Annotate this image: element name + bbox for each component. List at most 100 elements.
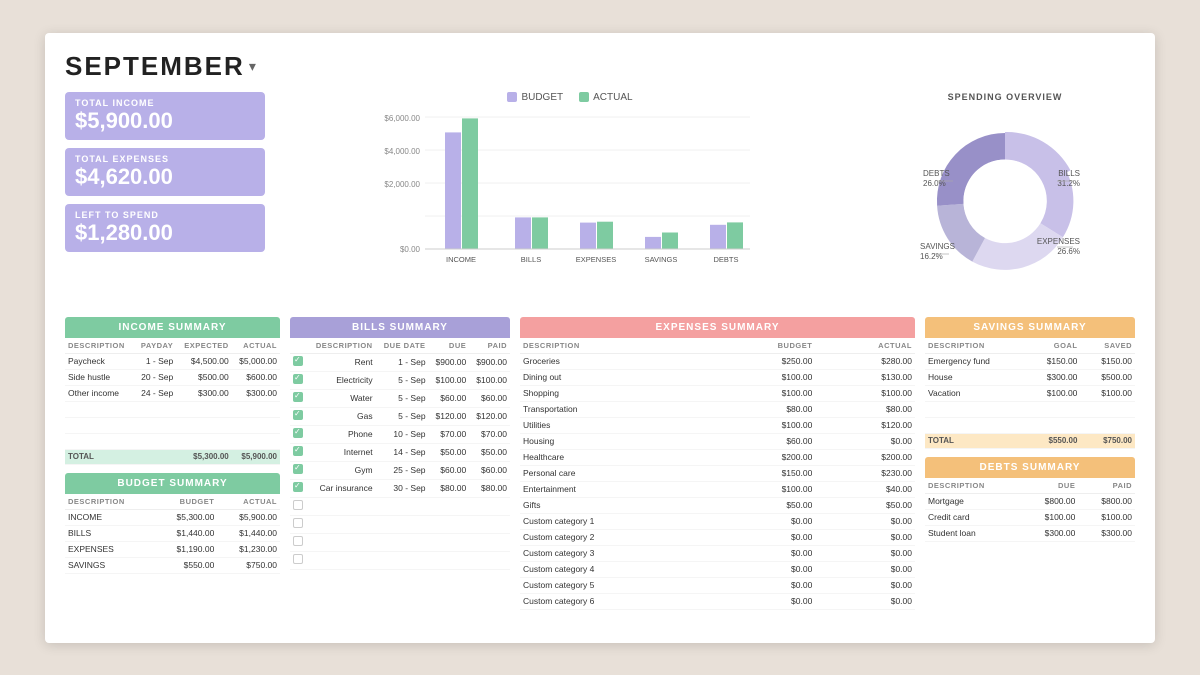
budget-summary-panel: BUDGET SUMMARY DESCRIPTION BUDGET ACTUAL… (65, 473, 280, 574)
checkbox-checked[interactable] (293, 428, 303, 438)
exp-actual: $80.00 (815, 401, 915, 417)
budget-row: EXPENSES$1,190.00$1,230.00 (65, 541, 280, 557)
exp-desc: Transportation (520, 401, 714, 417)
exp-budget: $0.00 (714, 577, 816, 593)
exp-budget: $0.00 (714, 513, 816, 529)
checkbox-unchecked[interactable] (293, 536, 303, 546)
expenses-row: Utilities$100.00$120.00 (520, 417, 915, 433)
budget-col-desc: DESCRIPTION (65, 494, 155, 510)
income-empty-row (65, 417, 280, 433)
budget-actual: $1,440.00 (217, 525, 280, 541)
exp-desc: Custom category 5 (520, 577, 714, 593)
checkbox-unchecked[interactable] (293, 554, 303, 564)
exp-actual: $50.00 (815, 497, 915, 513)
exp-actual: $0.00 (815, 561, 915, 577)
exp-actual: $0.00 (815, 577, 915, 593)
exp-actual: $280.00 (815, 353, 915, 369)
income-label: TOTAL INCOME (75, 98, 255, 108)
sav-desc: Emergency fund (925, 353, 1026, 369)
bills-checkbox[interactable] (290, 425, 306, 443)
bills-checkbox[interactable] (290, 497, 306, 515)
bills-checkbox[interactable] (290, 461, 306, 479)
income-summary-header: INCOME SUMMARY (65, 317, 280, 338)
header-row: SEPTEMBER ▾ (65, 51, 1135, 82)
svg-text:26.0%: 26.0% (923, 179, 946, 188)
income-row: Other income24 - Sep$300.00$300.00 (65, 385, 280, 401)
legend-actual-label: ACTUAL (593, 92, 632, 103)
bills-checkbox[interactable] (290, 515, 306, 533)
checkbox-checked[interactable] (293, 446, 303, 456)
expenses-panel: EXPENSES SUMMARY DESCRIPTION BUDGET ACTU… (520, 317, 915, 610)
donut-svg: BILLS 31.2% EXPENSES 26.6% DEBTS 26.0% S… (905, 104, 1105, 294)
exp-actual: $200.00 (815, 449, 915, 465)
checkbox-checked[interactable] (293, 464, 303, 474)
sav-col-saved: SAVED (1080, 338, 1135, 354)
checkbox-checked[interactable] (293, 356, 303, 366)
checkbox-checked[interactable] (293, 482, 303, 492)
donut-container: BILLS 31.2% EXPENSES 26.6% DEBTS 26.0% S… (905, 104, 1105, 294)
bills-due (429, 497, 470, 515)
bills-paid: $80.00 (469, 479, 510, 497)
checkbox-unchecked[interactable] (293, 518, 303, 528)
income-desc: Other income (65, 385, 134, 401)
bills-due: $60.00 (429, 389, 470, 407)
bills-due-date: 5 - Sep (376, 389, 429, 407)
budget-budget: $1,190.00 (155, 541, 218, 557)
savings-panel: SAVINGS SUMMARY DESCRIPTION GOAL SAVED E… (925, 317, 1135, 449)
exp-col-desc: DESCRIPTION (520, 338, 714, 354)
bills-checkbox[interactable] (290, 479, 306, 497)
expenses-row: Custom category 2$0.00$0.00 (520, 529, 915, 545)
bills-desc: Electricity (306, 371, 376, 389)
bills-checkbox[interactable] (290, 389, 306, 407)
bills-due: $70.00 (429, 425, 470, 443)
income-row: Side hustle20 - Sep$500.00$600.00 (65, 369, 280, 385)
month-dropdown[interactable]: ▾ (249, 58, 256, 75)
expenses-row: Entertainment$100.00$40.00 (520, 481, 915, 497)
sav-desc: House (925, 369, 1026, 385)
bills-due-date: 25 - Sep (376, 461, 429, 479)
expenses-row: Shopping$100.00$100.00 (520, 385, 915, 401)
svg-text:SAVINGS: SAVINGS (920, 242, 955, 251)
bills-paid (469, 497, 510, 515)
debt-col-due: DUE (1022, 478, 1079, 494)
legend-actual-dot (579, 92, 589, 102)
chart-legend: BUDGET ACTUAL (279, 92, 861, 103)
bills-row: Internet14 - Sep$50.00$50.00 (290, 443, 510, 461)
budget-row: INCOME$5,300.00$5,900.00 (65, 509, 280, 525)
income-col-actual: ACTUAL (232, 338, 280, 354)
left-label: LEFT TO SPEND (75, 210, 255, 220)
main-card: SEPTEMBER ▾ TOTAL INCOME $5,900.00 TOTAL… (45, 33, 1155, 643)
svg-text:26.6%: 26.6% (1057, 247, 1080, 256)
bills-checkbox[interactable] (290, 407, 306, 425)
budget-budget: $550.00 (155, 557, 218, 573)
checkbox-unchecked[interactable] (293, 500, 303, 510)
budget-budget: $5,300.00 (155, 509, 218, 525)
bills-desc: Gym (306, 461, 376, 479)
exp-desc: Utilities (520, 417, 714, 433)
sav-col-desc: DESCRIPTION (925, 338, 1026, 354)
bills-row: Water5 - Sep$60.00$60.00 (290, 389, 510, 407)
exp-desc: Personal care (520, 465, 714, 481)
checkbox-checked[interactable] (293, 392, 303, 402)
income-total-label: TOTAL (65, 449, 134, 464)
income-table: DESCRIPTION PAYDAY EXPECTED ACTUAL Paych… (65, 338, 280, 465)
income-empty-row (65, 401, 280, 417)
income-expected: $300.00 (176, 385, 232, 401)
budget-desc: EXPENSES (65, 541, 155, 557)
exp-actual: $40.00 (815, 481, 915, 497)
bills-desc: Internet (306, 443, 376, 461)
bills-checkbox[interactable] (290, 371, 306, 389)
bills-checkbox[interactable] (290, 533, 306, 551)
budget-col-actual: ACTUAL (217, 494, 280, 510)
bills-due-date (376, 551, 429, 569)
bills-checkbox[interactable] (290, 551, 306, 569)
bills-checkbox[interactable] (290, 443, 306, 461)
income-total-expected: $5,300.00 (176, 449, 232, 464)
savings-row: Emergency fund$150.00$150.00 (925, 353, 1135, 369)
checkbox-checked[interactable] (293, 374, 303, 384)
income-payday: 20 - Sep (134, 369, 176, 385)
checkbox-checked[interactable] (293, 410, 303, 420)
bills-checkbox[interactable] (290, 353, 306, 371)
debts-summary-header: DEBTS SUMMARY (925, 457, 1135, 478)
bills-due-date: 30 - Sep (376, 479, 429, 497)
